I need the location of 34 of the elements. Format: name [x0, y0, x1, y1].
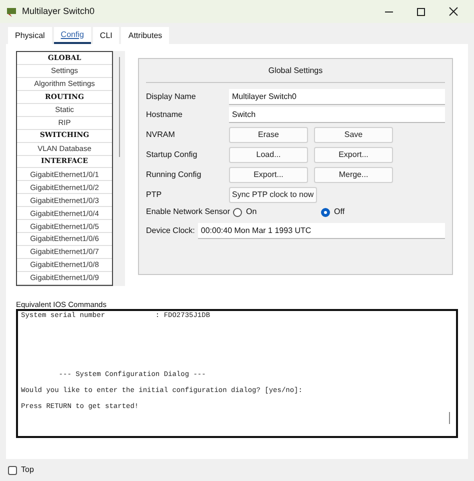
close-icon[interactable]	[449, 7, 458, 16]
field-label: Enable Network Sensor	[146, 206, 230, 218]
text-field[interactable]: Switch	[229, 107, 445, 123]
maximize-icon[interactable]	[417, 8, 425, 16]
config-button[interactable]: Sync PTP clock to now	[229, 187, 317, 203]
text-field[interactable]: 00:00:40 Mon Mar 1 1993 UTC	[198, 223, 445, 239]
config-button[interactable]: Merge...	[314, 167, 393, 183]
tab[interactable]: Attributes	[121, 27, 170, 44]
config-button[interactable]: Erase	[229, 127, 308, 143]
checkbox[interactable]	[8, 466, 17, 474]
tab[interactable]: CLI	[92, 27, 120, 44]
config-button[interactable]: Save	[314, 127, 393, 143]
field-label: Display Name	[146, 91, 197, 103]
tab[interactable]: Physical	[8, 27, 52, 44]
field-label: PTP	[146, 189, 163, 201]
config-button[interactable]: Export...	[314, 147, 393, 163]
tab[interactable]: Config	[54, 27, 91, 44]
switch-icon	[6, 6, 18, 18]
radio-button[interactable]	[321, 208, 330, 216]
radio-button[interactable]	[233, 208, 242, 216]
field-label: Device Clock:	[146, 225, 195, 237]
field-label: Running Config	[146, 169, 202, 181]
text-field[interactable]: Multilayer Switch0	[229, 89, 445, 105]
radio-label: On	[246, 206, 257, 218]
field-label: Hostname	[146, 109, 184, 121]
field-label: Startup Config	[146, 149, 198, 161]
checkbox-label: Top	[21, 464, 34, 476]
config-button[interactable]: Export...	[229, 167, 308, 183]
panel-title: Global Settings	[146, 59, 445, 83]
radio-label: Off	[334, 206, 345, 218]
scrollbar[interactable]	[113, 51, 125, 286]
window-title: Multilayer Switch0	[22, 4, 95, 18]
field-label: NVRAM	[146, 129, 176, 141]
config-button[interactable]: Load...	[229, 147, 308, 163]
